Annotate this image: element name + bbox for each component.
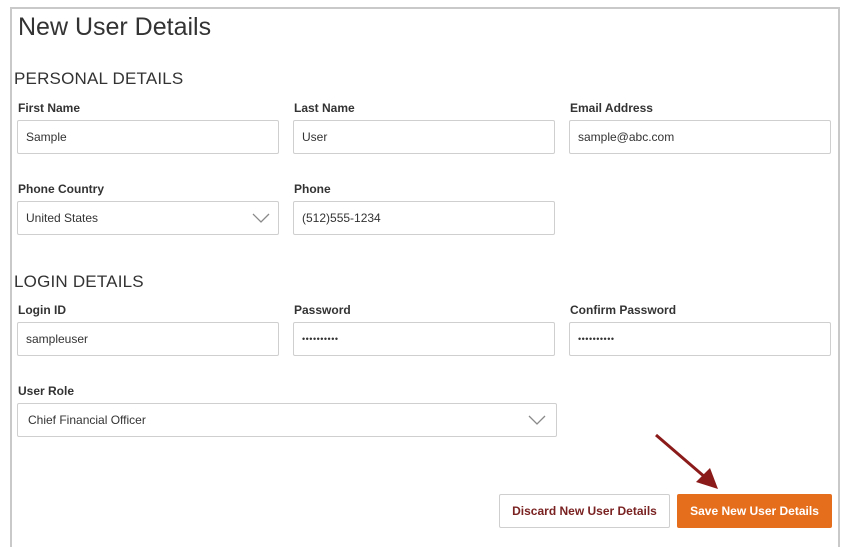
user-role-select[interactable]: Chief Financial Officer: [17, 403, 557, 437]
login-details-heading: LOGIN DETAILS: [14, 272, 144, 291]
confirm-password-value: ••••••••••: [578, 334, 615, 344]
email-input[interactable]: [578, 130, 822, 144]
phone-country-label: Phone Country: [18, 182, 104, 196]
login-id-input[interactable]: [26, 332, 270, 346]
user-role-label: User Role: [18, 384, 75, 398]
confirm-password-field[interactable]: ••••••••••: [569, 322, 831, 356]
phone-label: Phone: [294, 182, 331, 196]
personal-details-heading: PERSONAL DETAILS: [14, 69, 184, 88]
phone-country-select[interactable]: United States: [17, 201, 279, 235]
save-button[interactable]: Save New User Details: [677, 494, 832, 528]
last-name-field[interactable]: [293, 120, 555, 154]
first-name-input[interactable]: [26, 130, 270, 144]
annotation-arrow-icon: [655, 433, 718, 489]
chevron-down-icon: [252, 213, 270, 223]
phone-country-value: United States: [26, 211, 99, 225]
first-name-field[interactable]: [17, 120, 279, 154]
email-label: Email Address: [570, 101, 653, 115]
discard-button[interactable]: Discard New User Details: [499, 494, 670, 528]
last-name-label: Last Name: [294, 101, 355, 115]
phone-field[interactable]: [293, 201, 555, 235]
password-field[interactable]: ••••••••••: [293, 322, 555, 356]
confirm-password-label: Confirm Password: [570, 303, 677, 317]
email-field[interactable]: [569, 120, 831, 154]
chevron-down-icon: [528, 415, 546, 425]
password-value: ••••••••••: [302, 334, 339, 344]
page-title: New User Details: [18, 13, 212, 41]
user-role-value: Chief Financial Officer: [28, 413, 146, 427]
login-id-label: Login ID: [18, 303, 66, 317]
last-name-input[interactable]: [302, 130, 546, 144]
phone-input[interactable]: [302, 211, 546, 225]
password-label: Password: [294, 303, 351, 317]
login-id-field[interactable]: [17, 322, 279, 356]
first-name-label: First Name: [18, 101, 81, 115]
